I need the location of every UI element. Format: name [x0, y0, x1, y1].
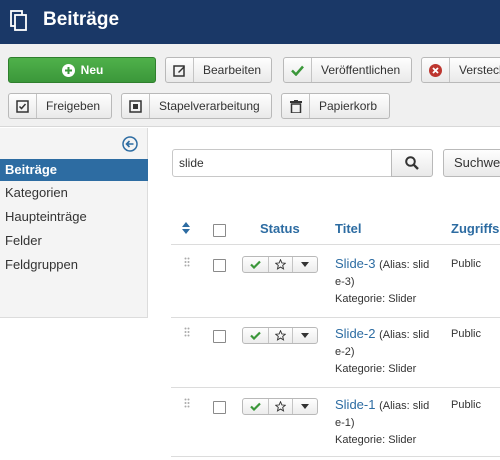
alias-text-continued: e-1)	[335, 417, 355, 429]
article-title-link[interactable]: Slide-3	[335, 256, 375, 271]
alias-text-continued: e-3)	[335, 276, 355, 288]
row-checkbox[interactable]	[213, 330, 226, 343]
page-header: Beiträge	[0, 0, 500, 44]
column-header-title[interactable]: Titel	[335, 221, 362, 236]
sidebar-item-fields[interactable]: Felder	[0, 230, 148, 252]
square-icon	[122, 94, 150, 118]
sidebar-item-articles[interactable]: Beiträge	[0, 159, 148, 181]
check-icon	[284, 58, 312, 82]
trash-button-label: Papierkorb	[319, 99, 378, 113]
sidebar-item-field-groups[interactable]: Feldgruppen	[0, 254, 148, 276]
alias-text: (Alias: slid	[379, 329, 430, 341]
times-circle-icon	[422, 58, 450, 82]
copy-icon	[10, 10, 27, 31]
publish-toggle[interactable]	[243, 257, 269, 272]
drag-handle-icon[interactable]	[184, 398, 190, 410]
access-level: Public	[451, 399, 481, 411]
trash-icon	[282, 94, 310, 118]
star-icon	[275, 401, 286, 412]
edit-button[interactable]: Bearbeiten	[165, 57, 272, 83]
column-header-access[interactable]: Zugriffs	[451, 221, 499, 236]
edit-icon	[166, 58, 194, 82]
sidebar-item-featured[interactable]: Haupteinträge	[0, 206, 148, 228]
divider	[171, 317, 500, 318]
star-icon	[275, 259, 286, 270]
select-all-checkbox[interactable]	[213, 224, 226, 237]
category-text: Kategorie: Slider	[335, 293, 417, 305]
unpublish-button[interactable]: Versteck	[421, 57, 500, 83]
check-icon	[250, 260, 261, 269]
sidebar: Beiträge Kategorien Haupteinträge Felder…	[0, 128, 148, 318]
sidebar-item-categories[interactable]: Kategorien	[0, 182, 148, 204]
checkin-button-label: Freigeben	[46, 99, 101, 113]
search-tools-button[interactable]: Suchwe	[443, 149, 500, 177]
article-title-link[interactable]: Slide-2	[335, 326, 375, 341]
status-button-group	[242, 256, 318, 273]
publish-button-label: Veröffentlichen	[321, 63, 401, 77]
unpublish-button-label: Versteck	[459, 63, 500, 77]
alias-text-continued: e-2)	[335, 346, 355, 358]
alias-text: (Alias: slid	[379, 400, 430, 412]
edit-button-label: Bearbeiten	[203, 63, 262, 77]
collapse-sidebar-icon[interactable]	[122, 136, 138, 152]
status-button-group	[242, 398, 318, 415]
status-button-group	[242, 327, 318, 344]
new-button[interactable]: Neu	[8, 57, 156, 83]
article-title-link[interactable]: Slide-1	[335, 397, 375, 412]
category-text: Kategorie: Slider	[335, 434, 417, 446]
alias-text: (Alias: slid	[379, 259, 430, 271]
checkbox-icon	[9, 94, 37, 118]
caret-down-icon	[301, 333, 309, 338]
featured-toggle[interactable]	[269, 399, 293, 414]
row-title[interactable]: Slide-1 (Alias: slid	[335, 397, 429, 412]
toolbar: Neu Bearbeiten Veröffentlichen Versteck …	[0, 44, 500, 127]
column-header-status[interactable]: Status	[260, 221, 300, 236]
search-input[interactable]: slide	[172, 149, 392, 177]
publish-toggle[interactable]	[243, 399, 269, 414]
check-icon	[250, 331, 261, 340]
divider	[171, 244, 500, 245]
access-level: Public	[451, 258, 481, 270]
row-title[interactable]: Slide-2 (Alias: slid	[335, 326, 429, 341]
new-button-label: Neu	[80, 63, 104, 77]
row-checkbox[interactable]	[213, 401, 226, 414]
page-title: Beiträge	[43, 9, 120, 30]
row-title[interactable]: Slide-3 (Alias: slid	[335, 256, 429, 271]
star-icon	[275, 330, 286, 341]
checkin-button[interactable]: Freigeben	[8, 93, 112, 119]
caret-down-icon	[301, 262, 309, 267]
actions-dropdown[interactable]	[293, 257, 317, 272]
featured-toggle[interactable]	[269, 328, 293, 343]
divider	[171, 387, 500, 388]
publish-toggle[interactable]	[243, 328, 269, 343]
row-checkbox[interactable]	[213, 259, 226, 272]
batch-button[interactable]: Stapelverarbeitung	[121, 93, 272, 119]
caret-down-icon	[301, 404, 309, 409]
search-icon	[405, 156, 419, 170]
featured-toggle[interactable]	[269, 257, 293, 272]
actions-dropdown[interactable]	[293, 399, 317, 414]
check-icon	[250, 402, 261, 411]
publish-button[interactable]: Veröffentlichen	[283, 57, 412, 83]
drag-handle-icon[interactable]	[184, 327, 190, 339]
plus-circle-icon	[61, 58, 77, 82]
access-level: Public	[451, 328, 481, 340]
drag-handle-icon[interactable]	[184, 257, 190, 269]
search-button[interactable]	[391, 149, 433, 177]
category-text: Kategorie: Slider	[335, 363, 417, 375]
trash-button[interactable]: Papierkorb	[281, 93, 390, 119]
batch-button-label: Stapelverarbeitung	[159, 99, 260, 113]
actions-dropdown[interactable]	[293, 328, 317, 343]
divider	[171, 456, 500, 457]
sort-icon[interactable]	[182, 222, 190, 234]
